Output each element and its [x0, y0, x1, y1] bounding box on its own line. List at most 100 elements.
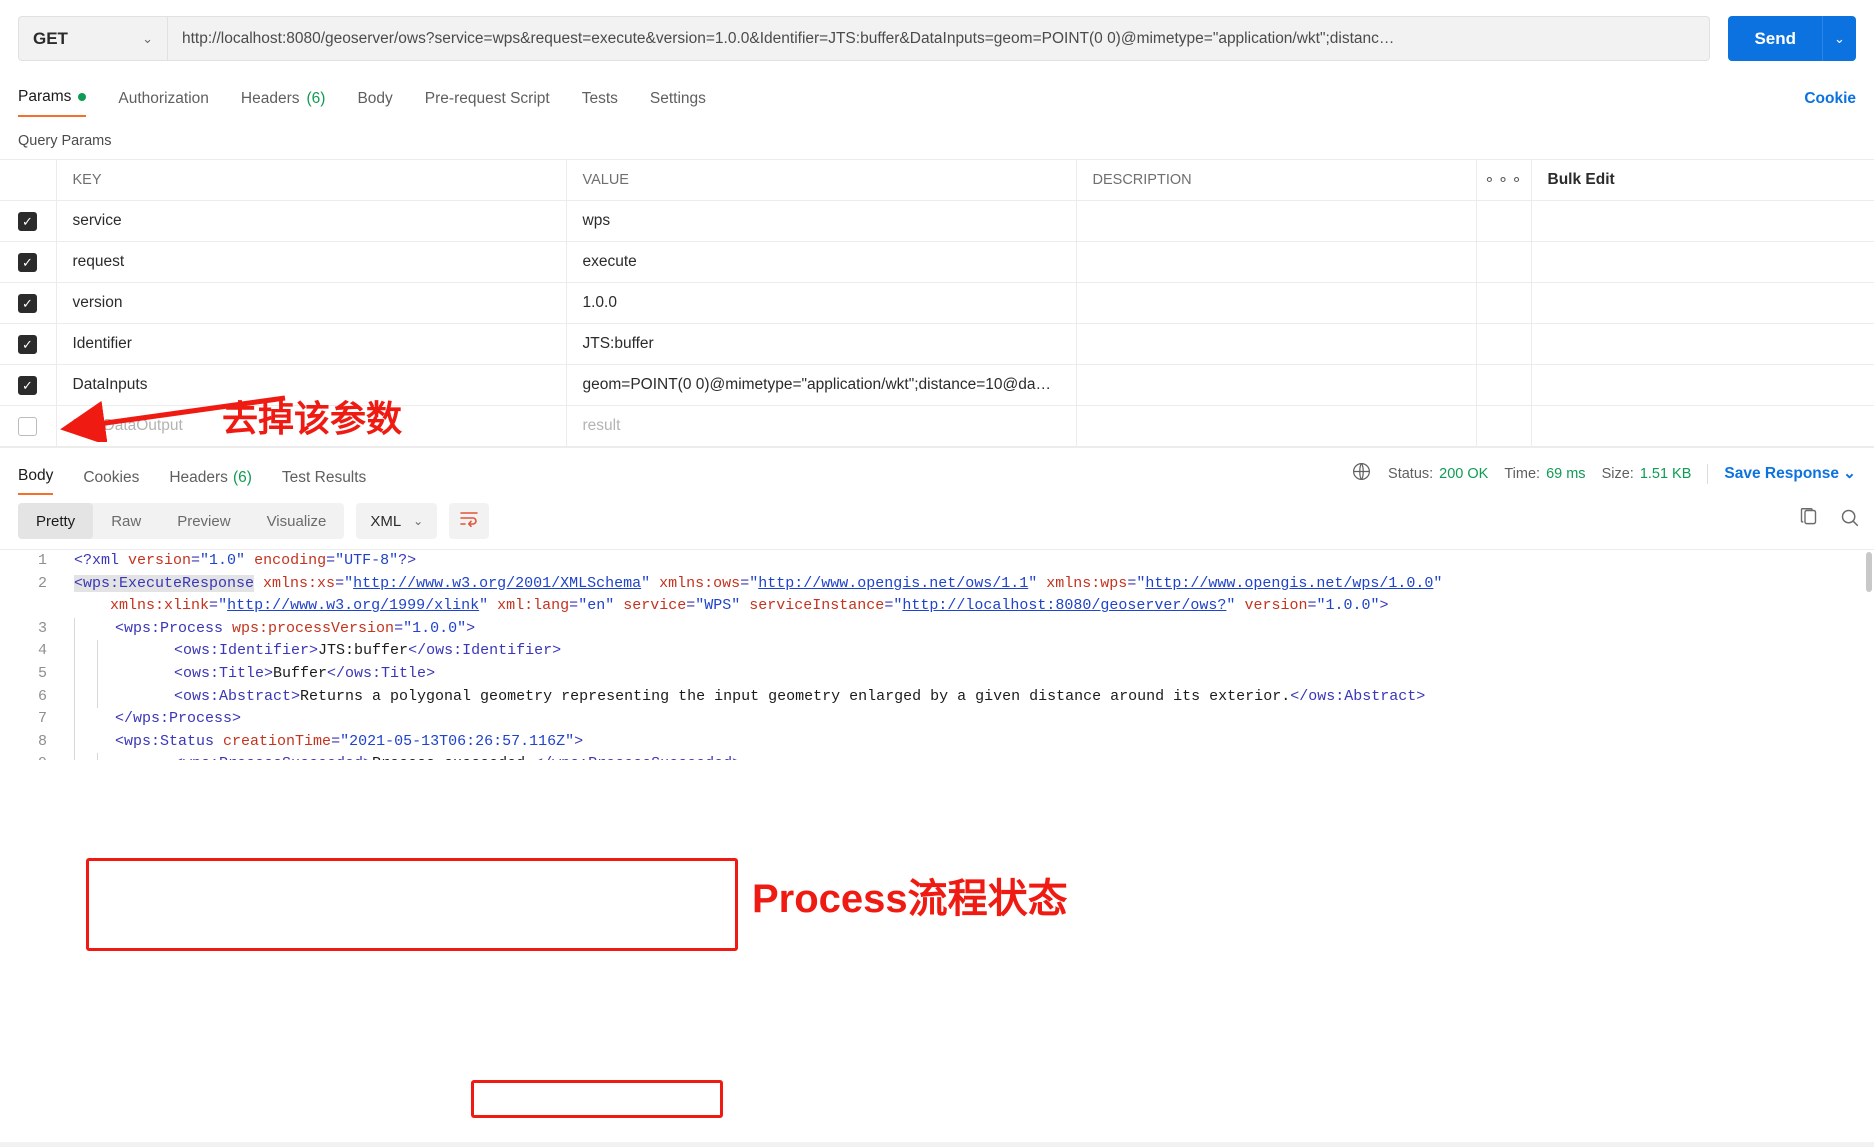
param-key[interactable]: DataInputs	[56, 365, 566, 406]
cookies-link[interactable]: Cookie	[1804, 90, 1856, 108]
param-key[interactable]: request	[56, 242, 566, 283]
row-checkbox-cell[interactable]: ✓	[0, 283, 56, 324]
tab-tests[interactable]: Tests	[582, 90, 618, 117]
param-description[interactable]	[1076, 324, 1476, 365]
response-tab-headers[interactable]: Headers (6)	[169, 469, 252, 495]
body-view-raw[interactable]: Raw	[93, 503, 159, 539]
param-value[interactable]: result	[566, 406, 1076, 447]
tab-headers[interactable]: Headers (6)	[241, 90, 326, 117]
copy-icon[interactable]	[1798, 507, 1819, 533]
param-key[interactable]: version	[56, 283, 566, 324]
globe-icon	[1351, 461, 1372, 486]
param-enabled-checkbox[interactable]: ✓	[18, 212, 37, 231]
code-line: 2<wps:ExecuteResponse xmlns:xs="http://w…	[0, 573, 1874, 596]
code-vertical-scrollbar[interactable]	[1866, 552, 1872, 592]
row-checkbox-cell[interactable]: ✓	[0, 406, 56, 447]
param-enabled-checkbox[interactable]: ✓	[18, 417, 37, 436]
header-options-icon[interactable]: ⚬⚬⚬	[1476, 160, 1531, 201]
tab-params-label: Params	[18, 88, 71, 106]
tab-authorization[interactable]: Authorization	[118, 90, 208, 117]
size-label: Size:	[1602, 466, 1634, 482]
code-fold-spacer	[58, 618, 74, 641]
row-checkbox-cell[interactable]: ✓	[0, 242, 56, 283]
param-key[interactable]: service	[56, 201, 566, 242]
row-checkbox-cell[interactable]: ✓	[0, 201, 56, 242]
indent-guide	[74, 640, 97, 663]
code-line-number: 9	[0, 753, 58, 760]
code-line-text: <ows:Abstract>Returns a polygonal geomet…	[120, 686, 1425, 709]
param-enabled-checkbox[interactable]: ✓	[18, 376, 37, 395]
tab-params[interactable]: Params	[18, 88, 86, 117]
table-row[interactable]: ✓ service wps	[0, 201, 1874, 242]
code-line-text: <?xml version="1.0" encoding="UTF-8"?>	[74, 550, 416, 573]
table-row[interactable]: ✓ RawDataOutput result	[0, 406, 1874, 447]
bulk-edit-button[interactable]: Bulk Edit	[1531, 160, 1874, 201]
param-value[interactable]: wps	[566, 201, 1076, 242]
save-response-chevron-down-icon[interactable]: ⌄	[1843, 464, 1856, 483]
indent-guide	[74, 753, 97, 760]
row-checkbox-cell[interactable]: ✓	[0, 324, 56, 365]
response-tab-cookies[interactable]: Cookies	[83, 469, 139, 495]
param-value[interactable]: JTS:buffer	[566, 324, 1076, 365]
response-tab-headers-count: (6)	[233, 469, 252, 487]
tab-pre-request-script[interactable]: Pre-request Script	[425, 90, 550, 117]
indent-guide	[74, 618, 97, 641]
param-value[interactable]: execute	[566, 242, 1076, 283]
code-line-number: 1	[0, 550, 58, 573]
code-line-number: 4	[0, 640, 58, 663]
param-key[interactable]: Identifier	[56, 324, 566, 365]
body-view-pretty[interactable]: Pretty	[18, 503, 93, 539]
code-line: 4 <ows:Identifier>JTS:buffer</ows:Identi…	[0, 640, 1874, 663]
http-method-select[interactable]: GET ⌄	[18, 16, 168, 61]
row-spacer-2	[1476, 283, 1531, 324]
tab-body-label: Body	[357, 90, 392, 108]
indent-guide	[74, 663, 97, 686]
send-options-chevron-down-icon[interactable]: ⌄	[1822, 16, 1856, 61]
param-description[interactable]	[1076, 283, 1476, 324]
table-row[interactable]: ✓ request execute	[0, 242, 1874, 283]
word-wrap-icon	[459, 510, 479, 532]
code-line-text: <wps:ProcessSucceeded>Process succeeded.…	[120, 753, 741, 760]
send-button[interactable]: Send	[1728, 16, 1822, 61]
body-view-preview[interactable]: Preview	[159, 503, 248, 539]
code-line-number: 3	[0, 618, 58, 641]
param-enabled-checkbox[interactable]: ✓	[18, 335, 37, 354]
row-tail-1	[1531, 242, 1874, 283]
bulk-edit-label: Bulk Edit	[1532, 171, 1615, 188]
param-key[interactable]: RawDataOutput	[56, 406, 566, 447]
response-body-toolbar: Pretty Raw Preview Visualize XML ⌄	[0, 495, 1874, 549]
row-spacer-4	[1476, 365, 1531, 406]
code-fold-spacer	[58, 686, 74, 709]
request-tab-bar: Params Authorization Headers (6) Body Pr…	[0, 77, 1874, 117]
row-spacer-5	[1476, 406, 1531, 447]
code-horizontal-scrollbar[interactable]	[0, 1142, 1874, 1147]
response-body-code[interactable]: 1 <?xml version="1.0" encoding="UTF-8"?>2…	[0, 549, 1874, 760]
param-description[interactable]	[1076, 406, 1476, 447]
code-line-number: 7	[0, 708, 58, 731]
more-options-icon: ⚬⚬⚬	[1483, 172, 1524, 189]
param-description[interactable]	[1076, 365, 1476, 406]
response-tab-body[interactable]: Body	[18, 467, 53, 495]
table-row[interactable]: ✓ version 1.0.0	[0, 283, 1874, 324]
tab-settings[interactable]: Settings	[650, 90, 706, 117]
code-line: 8 <wps:Status creationTime="2021-05-13T0…	[0, 731, 1874, 754]
search-icon[interactable]	[1839, 507, 1860, 533]
table-row[interactable]: ✓ Identifier JTS:buffer	[0, 324, 1874, 365]
param-value[interactable]: geom=POINT(0 0)@mimetype="application/wk…	[566, 365, 1076, 406]
save-response-button[interactable]: Save Response	[1724, 465, 1839, 483]
response-tab-test-results[interactable]: Test Results	[282, 469, 366, 495]
param-description[interactable]	[1076, 242, 1476, 283]
word-wrap-toggle[interactable]	[449, 503, 489, 539]
table-row[interactable]: ✓ DataInputs geom=POINT(0 0)@mimetype="a…	[0, 365, 1874, 406]
param-enabled-checkbox[interactable]: ✓	[18, 294, 37, 313]
row-checkbox-cell[interactable]: ✓	[0, 365, 56, 406]
param-enabled-checkbox[interactable]: ✓	[18, 253, 37, 272]
code-fold-spacer	[58, 708, 74, 731]
tab-body[interactable]: Body	[357, 90, 392, 117]
request-url-input[interactable]: http://localhost:8080/geoserver/ows?serv…	[168, 16, 1710, 61]
body-format-select[interactable]: XML ⌄	[356, 503, 437, 539]
body-view-visualize[interactable]: Visualize	[249, 503, 345, 539]
param-description[interactable]	[1076, 201, 1476, 242]
param-value[interactable]: 1.0.0	[566, 283, 1076, 324]
code-line-text: <wps:ExecuteResponse xmlns:xs="http://ww…	[74, 573, 1442, 596]
